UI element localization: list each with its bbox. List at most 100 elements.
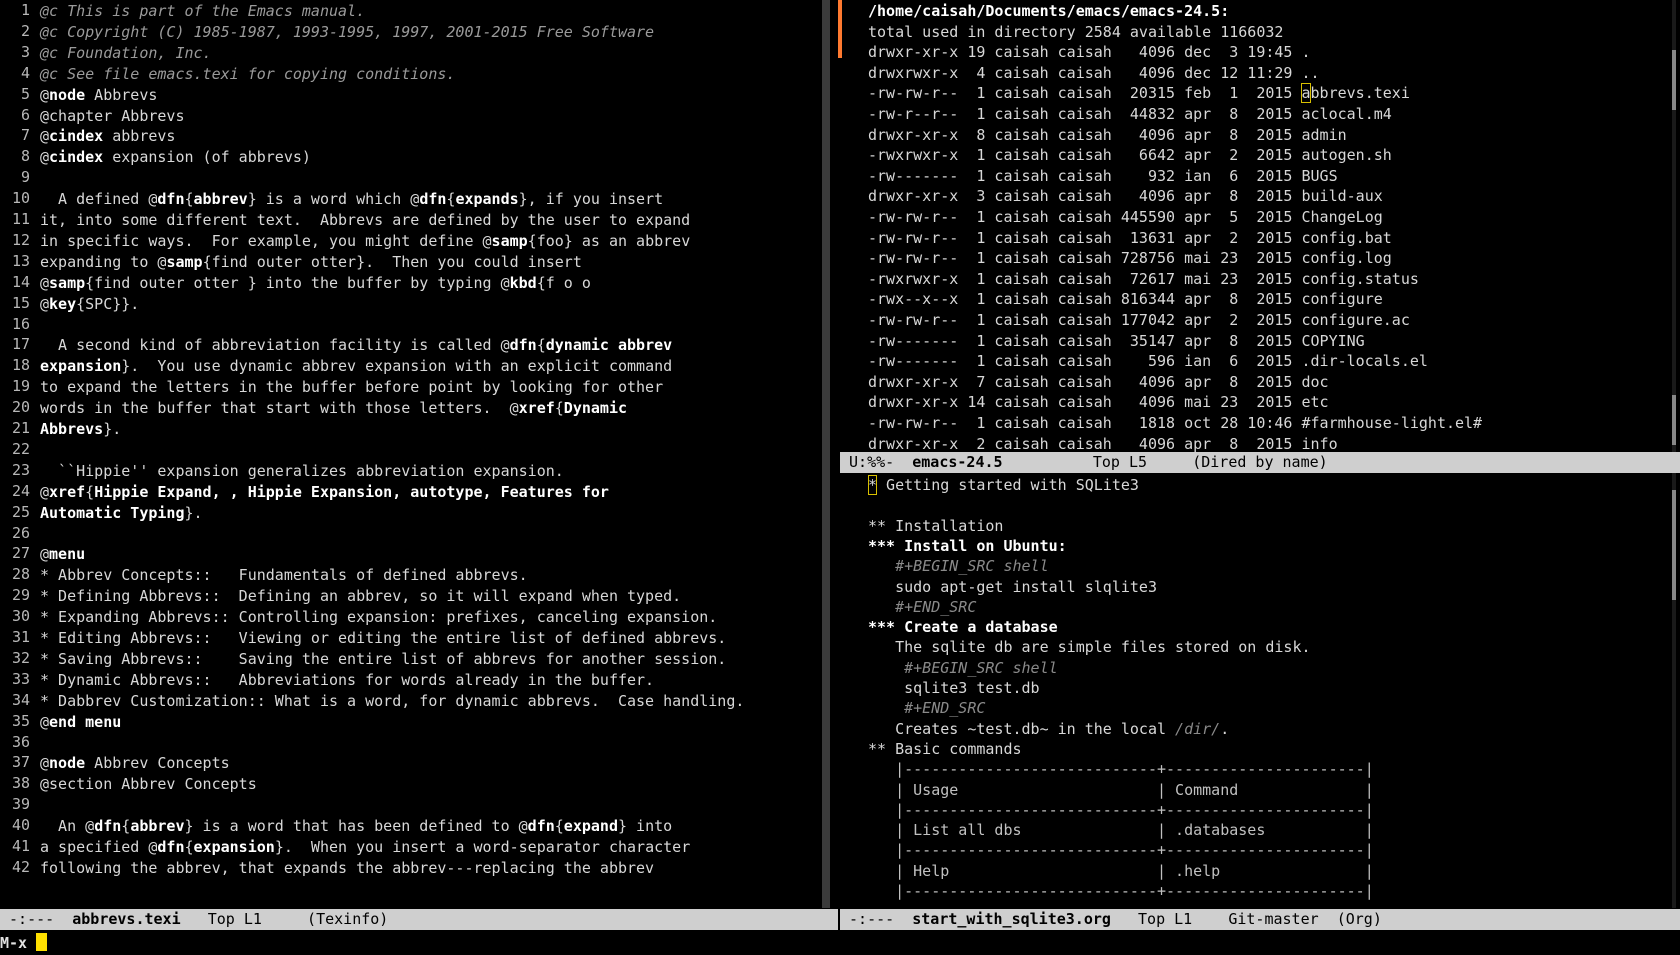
org-window[interactable]: * Getting started with SQLite3 ** Install… <box>840 474 1676 907</box>
dired-buffer[interactable]: /home/caisah/Documents/emacs/emacs-24.5:… <box>868 0 1676 452</box>
text-line[interactable]: @c This is part of the Emacs manual. <box>40 1 365 21</box>
text-line[interactable]: |----------------------------+----------… <box>868 881 1374 901</box>
text-line[interactable]: -rwx--x--x 1 caisah caisah 816344 apr 8 … <box>868 289 1383 309</box>
text-line[interactable]: Creates ~test.db~ in the local /dir/. <box>868 719 1229 739</box>
text-line[interactable]: #+END_SRC <box>868 698 985 718</box>
text-line[interactable]: #+BEGIN_SRC shell <box>868 658 1058 678</box>
text-line[interactable]: * Dabbrev Customization:: What is a word… <box>40 691 744 711</box>
text-segment: dfn <box>419 190 447 209</box>
dired-mode-line[interactable]: U:%%- emacs-24.5 Top L5 (Dired by name) <box>840 452 1680 473</box>
text-line[interactable]: The sqlite db are simple files stored on… <box>868 637 1310 657</box>
text-line[interactable]: sqlite3 test.db <box>868 678 1039 698</box>
text-line[interactable]: sudo apt-get install slqlite3 <box>868 577 1157 597</box>
text-line[interactable]: total used in directory 2584 available 1… <box>868 22 1283 42</box>
text-line[interactable]: * Abbrev Concepts:: Fundamentals of defi… <box>40 565 528 585</box>
text-line[interactable]: -rw------- 1 caisah caisah 932 ian 6 201… <box>868 166 1338 186</box>
text-line[interactable]: @menu <box>40 544 85 564</box>
text-line[interactable]: ** Basic commands <box>868 739 1022 759</box>
text-line[interactable]: -rw-rw-r-- 1 caisah caisah 445590 apr 5 … <box>868 207 1383 227</box>
text-line[interactable]: -rw-rw-r-- 1 caisah caisah 1818 oct 28 1… <box>868 413 1482 433</box>
text-line[interactable]: @c See file emacs.texi for copying condi… <box>40 64 455 84</box>
left-scrollbar[interactable] <box>822 0 830 908</box>
text-line[interactable]: @cindex abbrevs <box>40 126 175 146</box>
text-line[interactable]: expanding to @samp{find outer otter}. Th… <box>40 252 582 272</box>
text-segment: { <box>184 190 194 209</box>
text-line[interactable]: @c Foundation, Inc. <box>40 43 212 63</box>
buffer-name[interactable]: abbrevs.texi <box>72 910 180 928</box>
text-line[interactable]: -rw------- 1 caisah caisah 35147 apr 8 2… <box>868 331 1365 351</box>
text-segment: key <box>49 294 77 313</box>
text-line[interactable]: @samp{find outer otter } into the buffer… <box>40 273 591 293</box>
buffer-name[interactable]: start_with_sqlite3.org <box>912 910 1111 928</box>
text-line[interactable]: |----------------------------+----------… <box>868 759 1374 779</box>
text-line[interactable]: * Expanding Abbrevs:: Controlling expans… <box>40 607 717 627</box>
text-line[interactable]: @cindex expansion (of abbrevs) <box>40 147 311 167</box>
text-line[interactable]: Abbrevs}. <box>40 419 121 439</box>
text-line[interactable]: in specific ways. For example, you might… <box>40 231 690 251</box>
text-line[interactable]: *** Create a database <box>868 617 1058 637</box>
text-line[interactable]: -rw-rw-r-- 1 caisah caisah 177042 apr 2 … <box>868 310 1410 330</box>
left-editor-window[interactable]: 1 2 3 4 5 6 7 8 9 10 11 12 13 14 15 16 17 18 19 20 21 22 23 24 2… <box>0 0 820 908</box>
text-line[interactable]: @end menu <box>40 712 121 732</box>
text-segment: bbrevs.texi <box>1310 84 1410 103</box>
text-line[interactable]: @chapter Abbrevs <box>40 106 185 126</box>
text-line[interactable]: ``Hippie'' expansion generalizes abbrevi… <box>40 461 564 481</box>
texinfo-buffer[interactable]: @c This is part of the Emacs manual. @c C… <box>40 0 820 908</box>
text-line[interactable]: -rw-rw-r-- 1 caisah caisah 728756 mai 23… <box>868 248 1392 268</box>
text-line[interactable]: drwxr-xr-x 2 caisah caisah 4096 apr 8 20… <box>868 434 1338 452</box>
text-segment: }. When you insert a word-separator char… <box>274 838 691 856</box>
text-line[interactable]: drwxr-xr-x 14 caisah caisah 4096 mai 23 … <box>868 392 1329 412</box>
text-line[interactable]: drwxr-xr-x 19 caisah caisah 4096 dec 3 1… <box>868 42 1311 62</box>
dired-window[interactable]: /home/caisah/Documents/emacs/emacs-24.5:… <box>840 0 1676 452</box>
text-line[interactable]: to expand the letters in the buffer befo… <box>40 377 663 397</box>
text-line[interactable]: expansion}. You use dynamic abbrev expan… <box>40 356 672 376</box>
text-line[interactable]: -rw-r--r-- 1 caisah caisah 44832 apr 8 2… <box>868 104 1392 124</box>
text-line[interactable]: | Help | .help | <box>868 861 1374 881</box>
minibuffer[interactable]: M-x <box>0 932 1680 955</box>
org-buffer[interactable]: * Getting started with SQLite3 ** Install… <box>868 474 1676 907</box>
text-line[interactable]: |----------------------------+----------… <box>868 800 1374 820</box>
text-line[interactable]: A second kind of abbreviation facility i… <box>40 335 672 355</box>
text-line[interactable]: ** Installation <box>868 516 1003 536</box>
text-line[interactable]: @key{SPC}}. <box>40 294 139 314</box>
text-segment: #+END_SRC <box>868 597 977 616</box>
text-line[interactable]: drwxrwxr-x 4 caisah caisah 4096 dec 12 1… <box>868 63 1320 83</box>
org-mode-line[interactable]: -:--- start_with_sqlite3.org Top L1 Git-… <box>840 909 1680 930</box>
text-line[interactable]: |----------------------------+----------… <box>868 840 1374 860</box>
text-line[interactable]: * Editing Abbrevs:: Viewing or editing t… <box>40 628 726 648</box>
text-line[interactable]: drwxr-xr-x 8 caisah caisah 4096 apr 8 20… <box>868 125 1347 145</box>
text-line[interactable]: @section Abbrev Concepts <box>40 774 257 794</box>
text-line[interactable]: a specified @dfn{expansion}. When you in… <box>40 837 690 857</box>
text-line[interactable]: drwxr-xr-x 7 caisah caisah 4096 apr 8 20… <box>868 372 1329 392</box>
text-line[interactable]: *** Install on Ubuntu: <box>868 536 1067 556</box>
text-line[interactable]: @node Abbrev Concepts <box>40 753 230 773</box>
text-line[interactable]: following the abbrev, that expands the a… <box>40 858 654 878</box>
text-line[interactable]: @c Copyright (C) 1985-1987, 1993-1995, 1… <box>40 22 654 42</box>
line-number: 39 <box>11 795 30 814</box>
text-line[interactable]: words in the buffer that start with thos… <box>40 398 627 418</box>
text-line[interactable]: it, into some different text. Abbrevs ar… <box>40 210 690 230</box>
text-line[interactable]: @xref{Hippie Expand, , Hippie Expansion,… <box>40 482 609 502</box>
text-line[interactable]: @node Abbrevs <box>40 85 157 105</box>
text-line[interactable]: An @dfn{abbrev} is a word that has been … <box>40 816 672 836</box>
buffer-name[interactable]: emacs-24.5 <box>912 453 1002 471</box>
text-line[interactable]: drwxr-xr-x 3 caisah caisah 4096 apr 8 20… <box>868 186 1383 206</box>
text-line[interactable]: #+END_SRC <box>868 597 976 617</box>
text-line[interactable]: -rwxrwxr-x 1 caisah caisah 72617 mai 23 … <box>868 269 1419 289</box>
text-line[interactable]: A defined @dfn{abbrev} is a word which @… <box>40 189 663 209</box>
text-line[interactable]: * Getting started with SQLite3 <box>868 475 1139 495</box>
text-line[interactable]: * Saving Abbrevs:: Saving the entire lis… <box>40 649 726 669</box>
text-line[interactable]: -rw-rw-r-- 1 caisah caisah 20315 feb 1 2… <box>868 83 1410 104</box>
text-line[interactable]: Automatic Typing}. <box>40 503 203 523</box>
texinfo-mode-line[interactable]: -:--- abbrevs.texi Top L1 (Texinfo) <box>0 909 838 930</box>
text-line[interactable]: | List all dbs | .databases | <box>868 820 1374 840</box>
text-line[interactable]: | Usage | Command | <box>868 780 1374 800</box>
text-segment: drwxr-xr-x 7 caisah caisah 4096 apr 8 20… <box>868 372 1329 391</box>
text-line[interactable]: * Defining Abbrevs:: Defining an abbrev,… <box>40 586 681 606</box>
text-line[interactable]: #+BEGIN_SRC shell <box>868 556 1049 576</box>
text-line[interactable]: -rw-rw-r-- 1 caisah caisah 13631 apr 2 2… <box>868 228 1392 248</box>
text-line[interactable]: * Dynamic Abbrevs:: Abbreviations for wo… <box>40 670 654 690</box>
text-line[interactable]: -rwxrwxr-x 1 caisah caisah 6642 apr 2 20… <box>868 145 1392 165</box>
text-line[interactable]: /home/caisah/Documents/emacs/emacs-24.5: <box>868 1 1229 21</box>
text-line[interactable]: -rw------- 1 caisah caisah 596 ian 6 201… <box>868 351 1428 371</box>
